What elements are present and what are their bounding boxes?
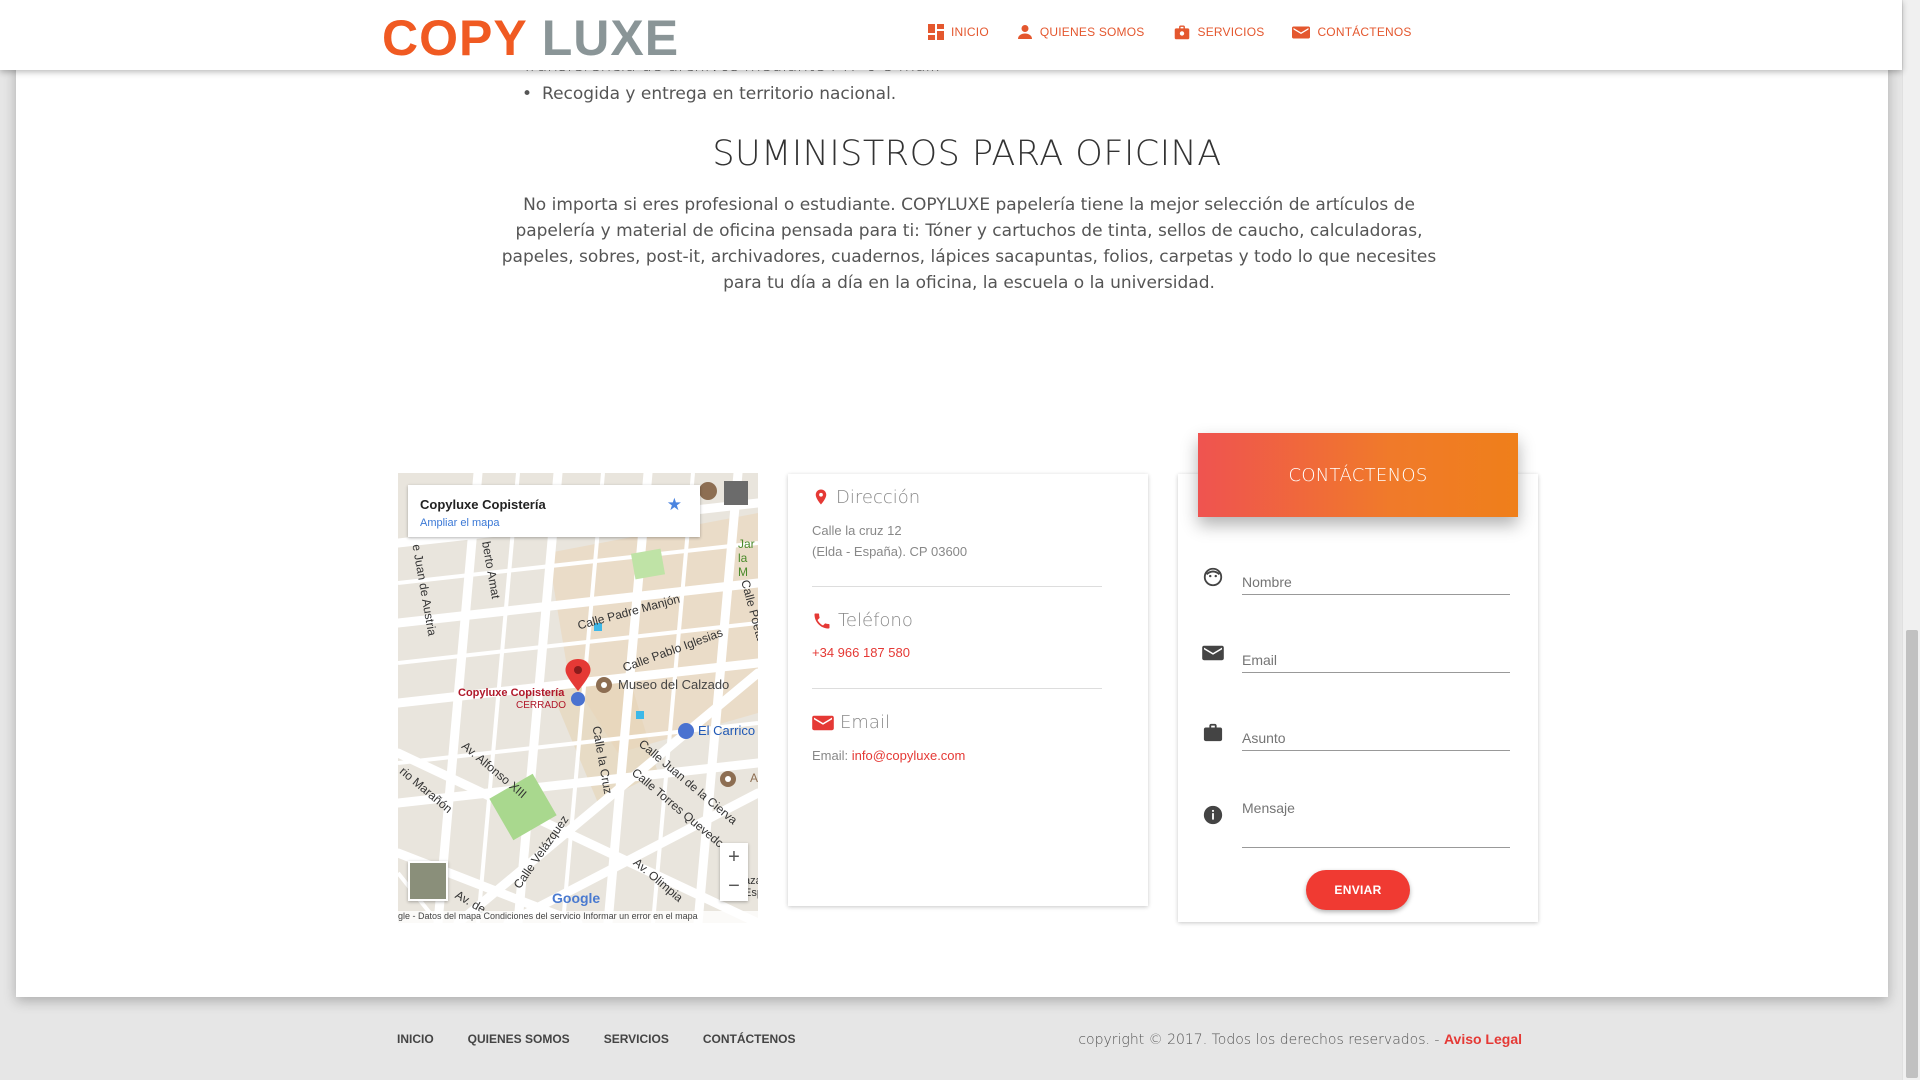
nav-item-inicio[interactable]: INICIO bbox=[928, 24, 989, 40]
address-line-2: (Elda - España). CP 03600 bbox=[812, 544, 968, 559]
map-footer[interactable]: gle - Datos del mapa Condiciones del ser… bbox=[398, 911, 758, 923]
map-pin-label: Copyluxe Copistería bbox=[458, 687, 565, 699]
google-logo: Google bbox=[552, 890, 601, 906]
bullet-label: Recogida y entrega en territorio naciona… bbox=[542, 84, 897, 104]
nav-label: INICIO bbox=[951, 25, 989, 39]
bullet-item: • Recogida y entrega en territorio nacion… bbox=[522, 84, 896, 104]
phone-heading: Teléfono bbox=[812, 610, 1102, 631]
map-zoom-controls: + − bbox=[720, 843, 748, 901]
email-line: Email: info@copyluxe.com bbox=[812, 745, 1102, 766]
nav-item-servicios[interactable]: SERVICIOS bbox=[1173, 24, 1265, 40]
nav-label: QUIENES SOMOS bbox=[1039, 25, 1145, 39]
name-input[interactable] bbox=[1242, 570, 1510, 595]
subject-input[interactable] bbox=[1242, 726, 1510, 751]
email-link[interactable]: info@copyluxe.com bbox=[852, 748, 966, 763]
legal-notice-link[interactable]: Aviso Legal bbox=[1444, 1031, 1522, 1047]
contact-info-card: Dirección Calle la cruz 12 (Elda - Españ… bbox=[788, 474, 1148, 906]
page-card: Transferencia de archivos mediante FTP o… bbox=[16, 0, 1888, 997]
address-title: Dirección bbox=[836, 486, 921, 508]
logo-copy: COPY bbox=[382, 10, 528, 66]
google-map[interactable]: Copyluxe Copistería Ampliar el mapa ★ Co… bbox=[398, 473, 758, 923]
scrollbar-thumb[interactable] bbox=[1906, 630, 1918, 1078]
contact-form-card bbox=[1178, 474, 1538, 922]
map-place-card: Copyluxe Copistería Ampliar el mapa ★ bbox=[408, 485, 700, 537]
email-title: Email bbox=[840, 712, 890, 733]
briefcase-icon bbox=[1173, 24, 1191, 40]
envelope-icon bbox=[812, 714, 834, 732]
logo-luxe: LUXE bbox=[541, 10, 680, 66]
mail-icon bbox=[1202, 644, 1224, 666]
briefcase-icon bbox=[1202, 722, 1224, 744]
satellite-view-button[interactable] bbox=[408, 861, 448, 901]
footer-nav: INICIO QUIENES SOMOS SERVICIOS CONTÁCTEN… bbox=[397, 1032, 796, 1046]
map-streets bbox=[398, 473, 758, 923]
address-block: Dirección Calle la cruz 12 (Elda - Españ… bbox=[812, 486, 1102, 562]
copyright-text: copyright © 2017. Todos los derechos res… bbox=[1078, 1032, 1444, 1048]
phone-title: Teléfono bbox=[838, 610, 913, 631]
site-logo[interactable]: COPY LUXE bbox=[382, 10, 679, 66]
phone-block: Teléfono +34 966 187 580 bbox=[812, 610, 1102, 660]
footer-link-contactenos[interactable]: CONTÁCTENOS bbox=[703, 1032, 796, 1046]
message-textarea[interactable] bbox=[1242, 796, 1510, 848]
info-icon bbox=[1202, 804, 1224, 826]
map-label-carrico: El Carrico bbox=[698, 723, 756, 738]
divider bbox=[812, 586, 1102, 587]
section-title: SUMINISTROS PARA OFICINA bbox=[712, 134, 1222, 174]
nav-item-quienes-somos[interactable]: QUIENES SOMOS bbox=[1017, 24, 1145, 40]
section-text: No importa si eres profesional o estudia… bbox=[501, 195, 1437, 293]
map-label-jardin: Jar la M bbox=[738, 537, 755, 579]
email-block: Email Email: info@copyluxe.com bbox=[812, 712, 1102, 766]
save-star-icon[interactable]: ★ bbox=[667, 495, 682, 515]
location-pin-icon bbox=[812, 486, 830, 508]
email-label: Email: bbox=[812, 748, 852, 763]
contact-form-header: CONTÁCTENOS bbox=[1198, 433, 1518, 517]
map-label-museum: Museo del Calzado bbox=[618, 677, 730, 692]
divider bbox=[812, 688, 1102, 689]
footer-link-inicio[interactable]: INICIO bbox=[397, 1032, 434, 1046]
page-scrollbar[interactable] bbox=[1902, 0, 1920, 1080]
phone-icon bbox=[812, 611, 832, 631]
nav-item-contactenos[interactable]: CONTÁCTENOS bbox=[1292, 24, 1411, 40]
map-pin-status: CERRADO bbox=[516, 700, 567, 711]
copyright: copyright © 2017. Todos los derechos res… bbox=[1078, 1031, 1522, 1048]
zoom-out-button[interactable]: − bbox=[720, 872, 748, 901]
bullet-dot: • bbox=[522, 84, 533, 104]
nav-label: CONTÁCTENOS bbox=[1317, 25, 1412, 39]
face-icon bbox=[1202, 566, 1224, 588]
address-line-1: Calle la cruz 12 bbox=[812, 523, 902, 538]
zoom-in-button[interactable]: + bbox=[720, 843, 748, 872]
main-nav: INICIO QUIENES SOMOS SERVICIOS CONTÁCTEN… bbox=[928, 24, 1412, 40]
map-label-a-cut: A bbox=[750, 771, 758, 785]
phone-number-link[interactable]: +34 966 187 580 bbox=[812, 645, 1102, 660]
email-heading: Email bbox=[812, 712, 1102, 733]
person-icon bbox=[1017, 24, 1033, 40]
send-button[interactable]: ENVIAR bbox=[1306, 870, 1410, 910]
email-input[interactable] bbox=[1242, 648, 1510, 673]
mail-icon bbox=[1292, 25, 1311, 40]
map-place-name: Copyluxe Copistería bbox=[420, 497, 546, 512]
address-heading: Dirección bbox=[812, 486, 1102, 508]
site-header: COPY LUXE INICIO QUIENES SOMOS SERVICIOS … bbox=[0, 0, 1902, 70]
footer-link-quienes-somos[interactable]: QUIENES SOMOS bbox=[468, 1032, 570, 1046]
enlarge-map-link[interactable]: Ampliar el mapa bbox=[420, 517, 499, 529]
grid-icon bbox=[928, 24, 944, 40]
nav-label: SERVICIOS bbox=[1197, 25, 1265, 39]
footer-link-servicios[interactable]: SERVICIOS bbox=[604, 1032, 669, 1046]
contact-form-title: CONTÁCTENOS bbox=[1288, 464, 1428, 486]
